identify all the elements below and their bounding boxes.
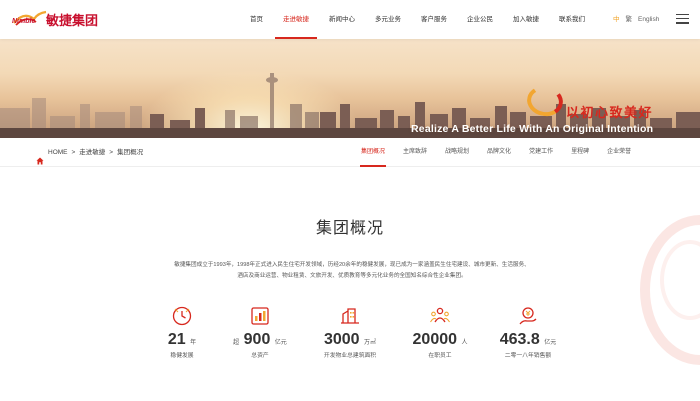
stat-value: 463.8 <box>499 331 540 348</box>
stat-employees: 20000 人 在职员工 <box>400 305 480 359</box>
intro-line: 敏捷集团成立于1993年，1998年正式进入民生住宅开发领域，历经20余年的稳健… <box>174 262 530 268</box>
nav-item-join[interactable]: 加入敏捷 <box>503 0 549 39</box>
stat-unit: 年 <box>190 340 197 346</box>
nav-item-citizenship[interactable]: 企业公民 <box>457 0 503 39</box>
stat-caption: 开发物业总建筑面积 <box>323 353 377 359</box>
tab-honors[interactable]: 企业荣誉 <box>598 138 640 167</box>
building-area-icon <box>341 308 359 324</box>
stat-value: 900 <box>243 331 271 348</box>
nav-item-business[interactable]: 多元业务 <box>365 0 411 39</box>
stat-unit: 万㎡ <box>364 340 377 346</box>
page: Nimble 敏捷集团 首页 走进敏捷 新闻中心 多元业务 客户服务 企业公民 … <box>0 0 700 401</box>
tab-strategy[interactable]: 战略规划 <box>436 138 478 167</box>
main-nav: 首页 走进敏捷 新闻中心 多元业务 客户服务 企业公民 加入敏捷 联系我们 <box>240 0 595 39</box>
logo-mark: Nimble <box>12 9 48 29</box>
tab-milestones[interactable]: 里程碑 <box>562 138 598 167</box>
nav-item-service[interactable]: 客户服务 <box>411 0 457 39</box>
breadcrumb-separator: > <box>109 149 114 156</box>
stat-years: 21 年 稳健发展 <box>142 305 222 359</box>
top-header: Nimble 敏捷集团 首页 走进敏捷 新闻中心 多元业务 客户服务 企业公民 … <box>0 0 700 39</box>
lang-english[interactable]: English <box>638 0 659 39</box>
breadcrumb-current: 集团概况 <box>117 149 144 156</box>
logo-en-text: Nimble <box>12 18 36 25</box>
employees-icon <box>430 307 450 323</box>
home-icon[interactable] <box>36 149 44 164</box>
tab-party-work[interactable]: 党建工作 <box>520 138 562 167</box>
stat-value: 3000 <box>323 331 360 348</box>
intro-text: 敏捷集团成立于1993年，1998年正式进入民生住宅开发领域，历经20余年的稳健… <box>128 260 576 282</box>
stat-caption: 总资产 <box>251 353 269 359</box>
stat-caption: 稳健发展 <box>170 353 194 359</box>
lang-traditional[interactable]: 繁 <box>626 0 633 39</box>
stat-caption: 在职员工 <box>428 353 452 359</box>
stat-unit: 人 <box>461 340 468 346</box>
stat-assets: 超 900 亿元 总资产 <box>220 305 300 359</box>
breadcrumb: HOME > 走进敏捷 > 集团概况 <box>36 138 143 167</box>
language-switch: 中 繁 English <box>613 0 659 39</box>
stats-row: 21 年 稳健发展 超 900 亿元 总资产 3000 万㎡ 开发物业总建筑面积 <box>142 305 582 375</box>
sales-amount-icon <box>519 307 537 325</box>
slogan-cn: 以初心致美好 <box>566 106 654 121</box>
lang-simplified[interactable]: 中 <box>613 0 620 39</box>
breadcrumb-separator: > <box>71 149 76 156</box>
page-title: 集团概况 <box>315 220 384 237</box>
development-years-icon <box>172 306 192 326</box>
hero-banner: 以初心致美好 Realize A Better Life With An Ori… <box>0 39 700 138</box>
tab-chairman-speech[interactable]: 主席致辞 <box>394 138 436 167</box>
stat-value: 21 <box>167 331 186 348</box>
stat-unit: 亿元 <box>544 340 557 346</box>
nav-item-news[interactable]: 新闻中心 <box>319 0 365 39</box>
total-assets-icon <box>251 307 269 325</box>
stat-value: 20000 <box>412 331 458 348</box>
nav-item-home[interactable]: 首页 <box>240 0 273 39</box>
stat-caption: 二零一八年销售额 <box>504 353 552 359</box>
tab-group-overview[interactable]: 集团概况 <box>352 138 394 167</box>
tab-brand-culture[interactable]: 品牌文化 <box>478 138 520 167</box>
sub-navigation-bar: HOME > 走进敏捷 > 集团概况 集团概况 主席致辞 战略规划 品牌文化 党… <box>0 138 700 167</box>
breadcrumb-level1[interactable]: 走进敏捷 <box>79 138 105 167</box>
nav-item-contact[interactable]: 联系我们 <box>549 0 595 39</box>
slogan-en: Realize A Better Life With An Original I… <box>411 123 654 135</box>
logo[interactable]: Nimble 敏捷集团 <box>12 9 98 29</box>
stat-unit: 亿元 <box>274 340 287 346</box>
intro-line: 酒店及商业运营、物业租赁、文旅开发、优质教育等多元化业务的全国知名综合性企业集团… <box>237 273 467 279</box>
breadcrumb-home[interactable]: HOME <box>48 138 68 167</box>
logo-cn-text: 敏捷集团 <box>46 13 99 29</box>
stat-prefix: 超 <box>233 340 240 346</box>
stat-area: 3000 万㎡ 开发物业总建筑面积 <box>310 305 390 359</box>
section-tabs: 集团概况 主席致辞 战略规划 品牌文化 党建工作 里程碑 企业荣誉 <box>352 138 640 167</box>
hamburger-menu-icon[interactable] <box>676 14 689 24</box>
nav-item-about[interactable]: 走进敏捷 <box>273 0 319 39</box>
stat-sales: 463.8 亿元 二零一八年销售额 <box>488 305 568 359</box>
